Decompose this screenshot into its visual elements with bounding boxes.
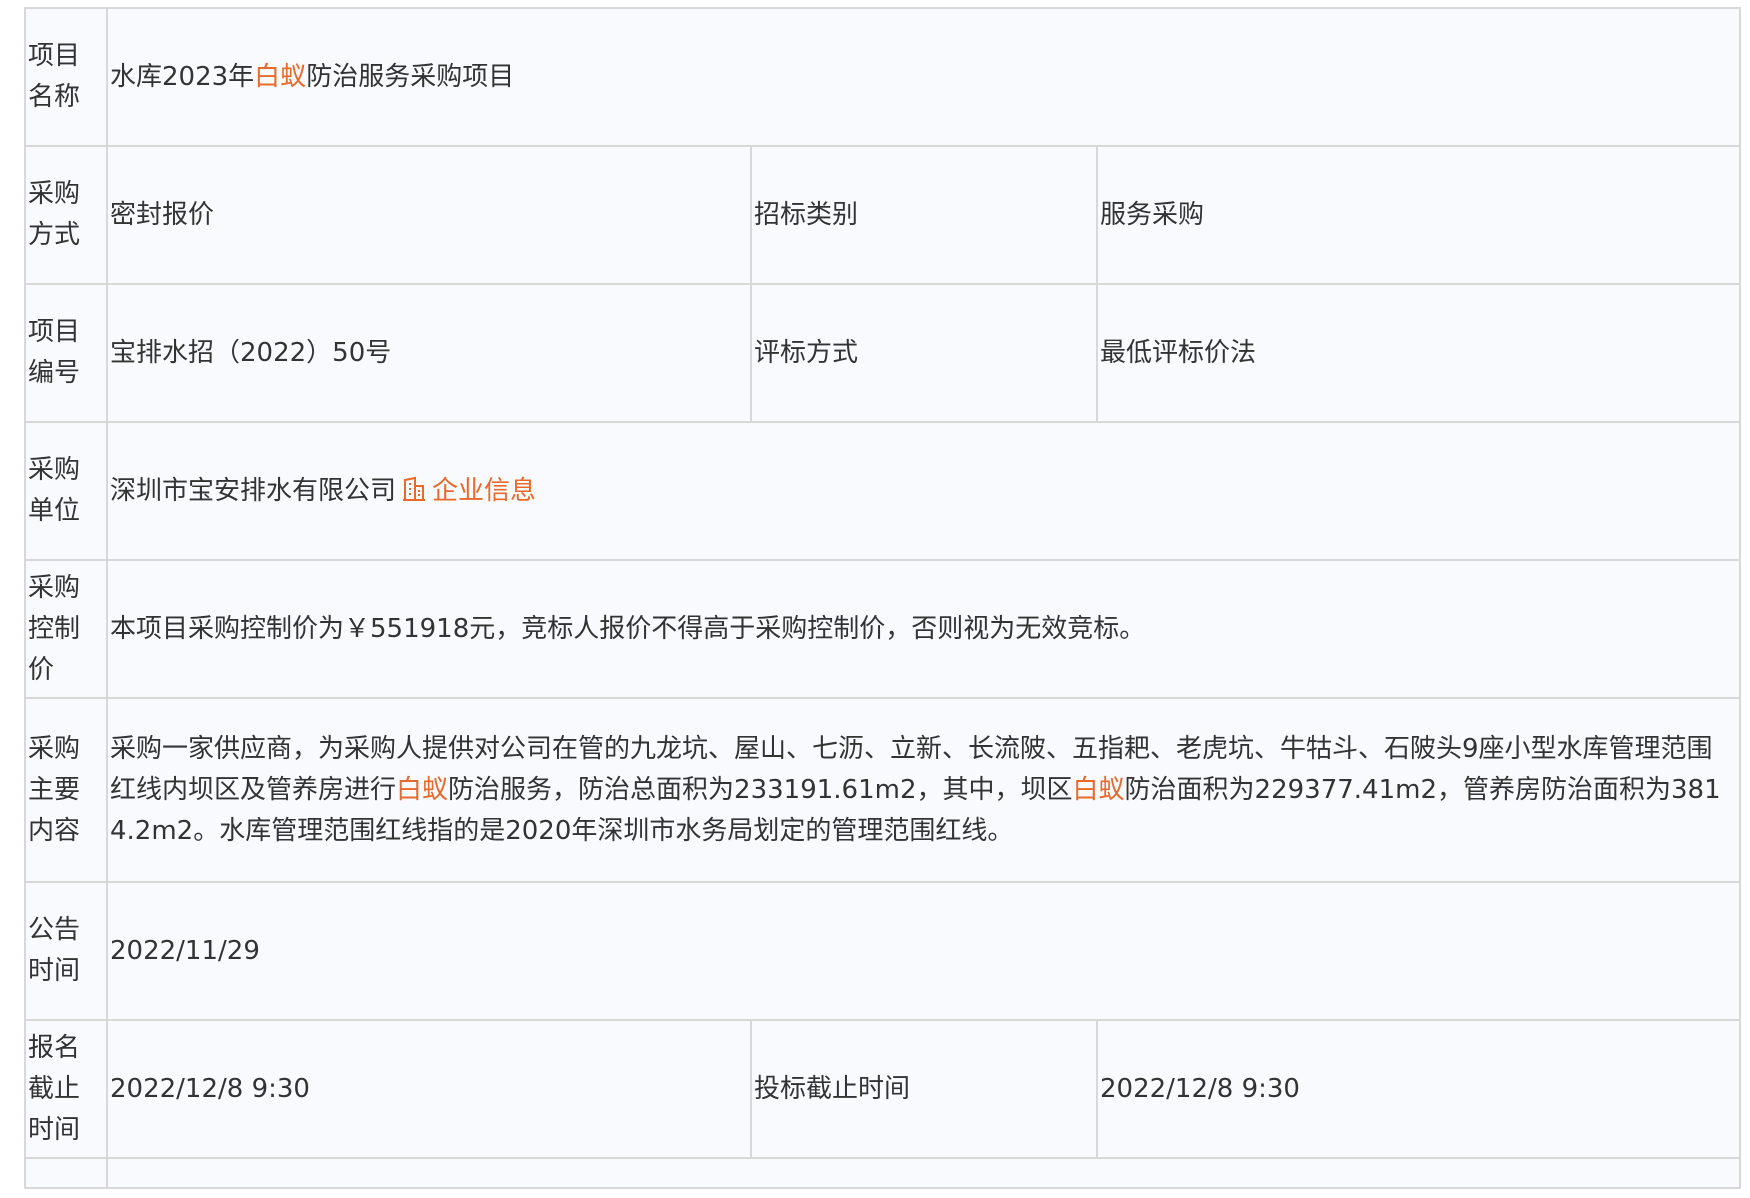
row-partial-next bbox=[24, 1157, 1741, 1189]
main-content-part2: 防治服务，防治总面积为233191.61m2，其中，坝区 bbox=[448, 774, 1073, 805]
partial-next-value bbox=[106, 1157, 1741, 1189]
row-announcement-time: 公告时间 2022/11/29 bbox=[24, 881, 1741, 1021]
procurement-method-value: 密封报价 bbox=[106, 145, 752, 285]
evaluation-method-value: 最低评标价法 bbox=[1096, 283, 1741, 423]
project-name-text-before: 水库2023年 bbox=[110, 61, 255, 92]
main-content-highlight1: 白蚁 bbox=[396, 774, 449, 805]
purchaser-name: 深圳市宝安排水有限公司 bbox=[110, 475, 397, 506]
registration-deadline-label: 报名截止时间 bbox=[24, 1019, 108, 1159]
purchaser-value-cell: 深圳市宝安排水有限公司 企业信息 bbox=[106, 421, 1741, 561]
company-info-link[interactable]: 企业信息 bbox=[396, 476, 536, 506]
tender-category-value: 服务采购 bbox=[1096, 145, 1741, 285]
project-name-label: 项目名称 bbox=[24, 7, 108, 147]
row-control-price: 采购控制价 本项目采购控制价为￥551918元，竞标人报价不得高于采购控制价，否… bbox=[24, 559, 1741, 699]
announcement-time-value: 2022/11/29 bbox=[106, 881, 1741, 1021]
main-content-highlight2: 白蚁 bbox=[1072, 774, 1125, 805]
bid-deadline-label: 投标截止时间 bbox=[750, 1019, 1098, 1159]
control-price-label: 采购控制价 bbox=[24, 559, 108, 699]
control-price-value: 本项目采购控制价为￥551918元，竞标人报价不得高于采购控制价，否则视为无效竞… bbox=[106, 559, 1741, 699]
main-content-label: 采购主要内容 bbox=[24, 697, 108, 883]
announcement-time-label: 公告时间 bbox=[24, 881, 108, 1021]
row-purchaser: 采购单位 深圳市宝安排水有限公司 企业信息 bbox=[24, 421, 1741, 561]
purchaser-label: 采购单位 bbox=[24, 421, 108, 561]
evaluation-method-label: 评标方式 bbox=[750, 283, 1098, 423]
project-name-value: 水库2023年白蚁防治服务采购项目 bbox=[106, 7, 1741, 147]
project-number-value: 宝排水招（2022）50号 bbox=[106, 283, 752, 423]
partial-next-label bbox=[24, 1157, 108, 1189]
procurement-method-label: 采购方式 bbox=[24, 145, 108, 285]
tender-info-table: 项目名称 水库2023年白蚁防治服务采购项目 采购方式 密封报价 招标类别 服务… bbox=[24, 7, 1741, 1189]
tender-category-label: 招标类别 bbox=[750, 145, 1098, 285]
project-name-text-after: 防治服务采购项目 bbox=[306, 61, 515, 92]
project-number-label: 项目编号 bbox=[24, 283, 108, 423]
building-icon bbox=[403, 476, 426, 501]
bid-deadline-value: 2022/12/8 9:30 bbox=[1096, 1019, 1741, 1159]
main-content-value: 采购一家供应商，为采购人提供对公司在管的九龙坑、屋山、七沥、立新、长流陂、五指耙… bbox=[106, 697, 1741, 883]
row-project-number: 项目编号 宝排水招（2022）50号 评标方式 最低评标价法 bbox=[24, 283, 1741, 423]
registration-deadline-value: 2022/12/8 9:30 bbox=[106, 1019, 752, 1159]
project-name-highlight: 白蚁 bbox=[254, 61, 307, 92]
company-info-link-label[interactable]: 企业信息 bbox=[432, 476, 536, 506]
row-project-name: 项目名称 水库2023年白蚁防治服务采购项目 bbox=[24, 7, 1741, 147]
row-main-content: 采购主要内容 采购一家供应商，为采购人提供对公司在管的九龙坑、屋山、七沥、立新、… bbox=[24, 697, 1741, 883]
tender-info-sheet: 项目名称 水库2023年白蚁防治服务采购项目 采购方式 密封报价 招标类别 服务… bbox=[24, 7, 1741, 1189]
row-deadline: 报名截止时间 2022/12/8 9:30 投标截止时间 2022/12/8 9… bbox=[24, 1019, 1741, 1159]
row-procurement-method: 采购方式 密封报价 招标类别 服务采购 bbox=[24, 145, 1741, 285]
